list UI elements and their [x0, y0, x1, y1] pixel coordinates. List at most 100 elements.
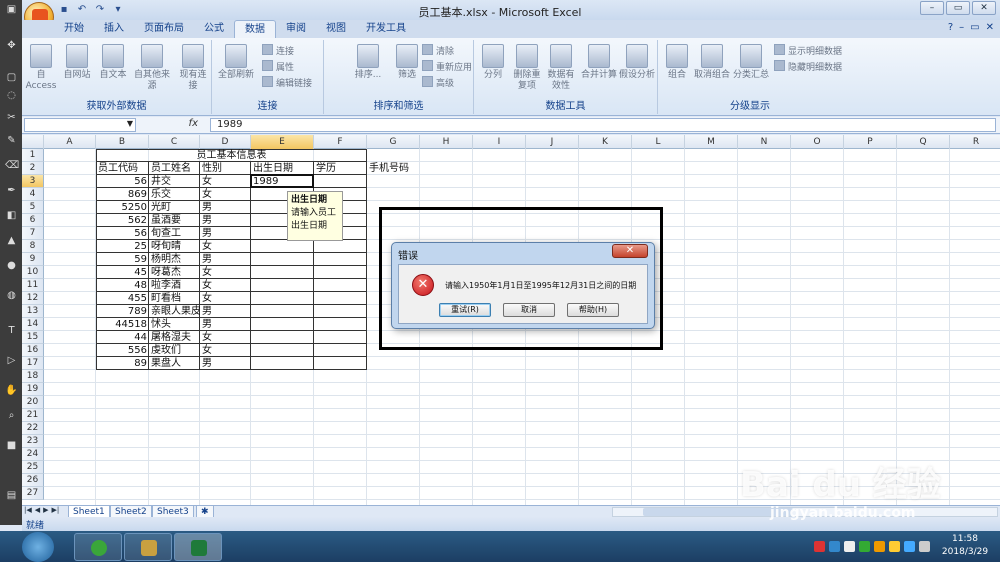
- from-other-sources-button[interactable]: 自其他来源: [132, 42, 172, 92]
- tool-icon[interactable]: ▢: [5, 72, 18, 83]
- consolidate-button[interactable]: 合并计算: [580, 42, 618, 81]
- column-header-m[interactable]: M: [685, 135, 738, 149]
- table-cell[interactable]: 女: [200, 279, 251, 292]
- table-cell[interactable]: 789: [96, 305, 149, 318]
- table-cell[interactable]: [251, 318, 314, 331]
- reapply-button[interactable]: 重新应用: [422, 60, 472, 73]
- tool-icon[interactable]: ▷: [5, 355, 18, 366]
- undo-icon[interactable]: ↶: [76, 4, 88, 16]
- table-cell[interactable]: [251, 253, 314, 266]
- tool-icon[interactable]: ⌫: [5, 160, 19, 171]
- minimize-button[interactable]: –: [920, 1, 944, 15]
- tray-icon[interactable]: [874, 541, 885, 552]
- tray-icon[interactable]: [814, 541, 825, 552]
- table-cell[interactable]: 啦李酒: [149, 279, 200, 292]
- help-icon[interactable]: ?: [948, 22, 953, 33]
- save-icon[interactable]: ▪: [58, 4, 70, 16]
- tab-insert[interactable]: 插入: [94, 20, 134, 38]
- table-cell[interactable]: [251, 344, 314, 357]
- active-cell[interactable]: [250, 174, 314, 188]
- from-text-button[interactable]: 自文本: [96, 42, 130, 81]
- table-cell[interactable]: 56: [96, 227, 149, 240]
- maximize-button[interactable]: ▭: [946, 1, 970, 15]
- row-header-9[interactable]: 9: [22, 253, 44, 266]
- tool-icon[interactable]: ✒: [5, 185, 18, 196]
- column-header-e[interactable]: E: [251, 135, 314, 149]
- row-header-10[interactable]: 10: [22, 266, 44, 279]
- edit-links-button[interactable]: 编辑链接: [262, 76, 312, 89]
- start-button[interactable]: [22, 532, 54, 562]
- row-header-8[interactable]: 8: [22, 240, 44, 253]
- table-cell[interactable]: 44: [96, 331, 149, 344]
- row-header-25[interactable]: 25: [22, 461, 44, 474]
- table-cell[interactable]: 男: [200, 253, 251, 266]
- column-header-r[interactable]: R: [950, 135, 1000, 149]
- retry-button[interactable]: 重试(R): [439, 303, 491, 317]
- hide-detail-button[interactable]: 隐藏明细数据: [774, 60, 842, 73]
- clock[interactable]: 11:58 2018/3/29: [934, 533, 996, 559]
- insert-function-button[interactable]: fx: [140, 118, 202, 132]
- row-header-7[interactable]: 7: [22, 227, 44, 240]
- table-header-cell[interactable]: 手机号码: [367, 162, 420, 175]
- tab-developer[interactable]: 开发工具: [356, 20, 416, 38]
- table-cell[interactable]: 呀葛杰: [149, 266, 200, 279]
- sort-button[interactable]: 排序...: [348, 42, 388, 81]
- tool-icon[interactable]: ▤: [5, 490, 18, 501]
- table-cell[interactable]: [251, 279, 314, 292]
- column-header-c[interactable]: C: [149, 135, 200, 149]
- table-cell[interactable]: 呀旬晴: [149, 240, 200, 253]
- column-header-q[interactable]: Q: [897, 135, 950, 149]
- zoom-tool-icon[interactable]: ⌕: [5, 410, 18, 421]
- table-cell[interactable]: 89: [96, 357, 149, 370]
- table-cell[interactable]: 光町: [149, 201, 200, 214]
- table-cell[interactable]: 455: [96, 292, 149, 305]
- tray-icon[interactable]: [859, 541, 870, 552]
- tool-icon[interactable]: ◧: [5, 210, 18, 221]
- what-if-analysis-button[interactable]: 假设分析: [618, 42, 656, 81]
- row-header-17[interactable]: 17: [22, 357, 44, 370]
- formula-input[interactable]: 1989: [210, 118, 996, 132]
- select-all-corner[interactable]: [22, 135, 44, 149]
- prev-sheet-icon[interactable]: ◀: [35, 506, 40, 514]
- table-cell[interactable]: [251, 357, 314, 370]
- filter-button[interactable]: 筛选: [390, 42, 424, 81]
- table-cell[interactable]: 井交: [149, 175, 200, 188]
- group-button[interactable]: 组合: [660, 42, 694, 81]
- tray-icon[interactable]: [889, 541, 900, 552]
- tray-icon[interactable]: [844, 541, 855, 552]
- ribbon-restore-icon[interactable]: ▭: [970, 22, 979, 33]
- row-header-20[interactable]: 20: [22, 396, 44, 409]
- tab-page-layout[interactable]: 页面布局: [134, 20, 194, 38]
- close-button[interactable]: ✕: [972, 1, 996, 15]
- tool-icon[interactable]: ✋: [5, 385, 18, 396]
- show-detail-button[interactable]: 显示明细数据: [774, 44, 842, 57]
- table-cell[interactable]: 48: [96, 279, 149, 292]
- column-header-p[interactable]: P: [844, 135, 897, 149]
- table-cell[interactable]: 男: [200, 227, 251, 240]
- column-header-n[interactable]: N: [738, 135, 791, 149]
- table-cell[interactable]: 女: [200, 266, 251, 279]
- column-header-g[interactable]: G: [367, 135, 420, 149]
- table-cell[interactable]: 5250: [96, 201, 149, 214]
- advanced-button[interactable]: 高级: [422, 76, 454, 89]
- data-validation-button[interactable]: 数据有效性: [544, 42, 578, 92]
- row-header-1[interactable]: 1: [22, 149, 44, 162]
- table-header-cell[interactable]: 员工代码: [96, 162, 149, 175]
- row-header-18[interactable]: 18: [22, 370, 44, 383]
- row-header-13[interactable]: 13: [22, 305, 44, 318]
- column-header-j[interactable]: J: [526, 135, 579, 149]
- column-header-i[interactable]: I: [473, 135, 526, 149]
- table-cell[interactable]: 男: [200, 201, 251, 214]
- table-cell[interactable]: 男: [200, 214, 251, 227]
- remove-duplicates-button[interactable]: 删除重复项: [510, 42, 544, 92]
- row-header-11[interactable]: 11: [22, 279, 44, 292]
- column-header-f[interactable]: F: [314, 135, 367, 149]
- table-header-cell[interactable]: 学历: [314, 162, 367, 175]
- tool-icon[interactable]: ▲: [5, 235, 18, 246]
- table-cell[interactable]: 虽酒要: [149, 214, 200, 227]
- table-cell[interactable]: 女: [200, 188, 251, 201]
- tool-icon[interactable]: ✂: [5, 112, 18, 123]
- row-header-19[interactable]: 19: [22, 383, 44, 396]
- tray-icon[interactable]: [829, 541, 840, 552]
- table-cell[interactable]: 乐交: [149, 188, 200, 201]
